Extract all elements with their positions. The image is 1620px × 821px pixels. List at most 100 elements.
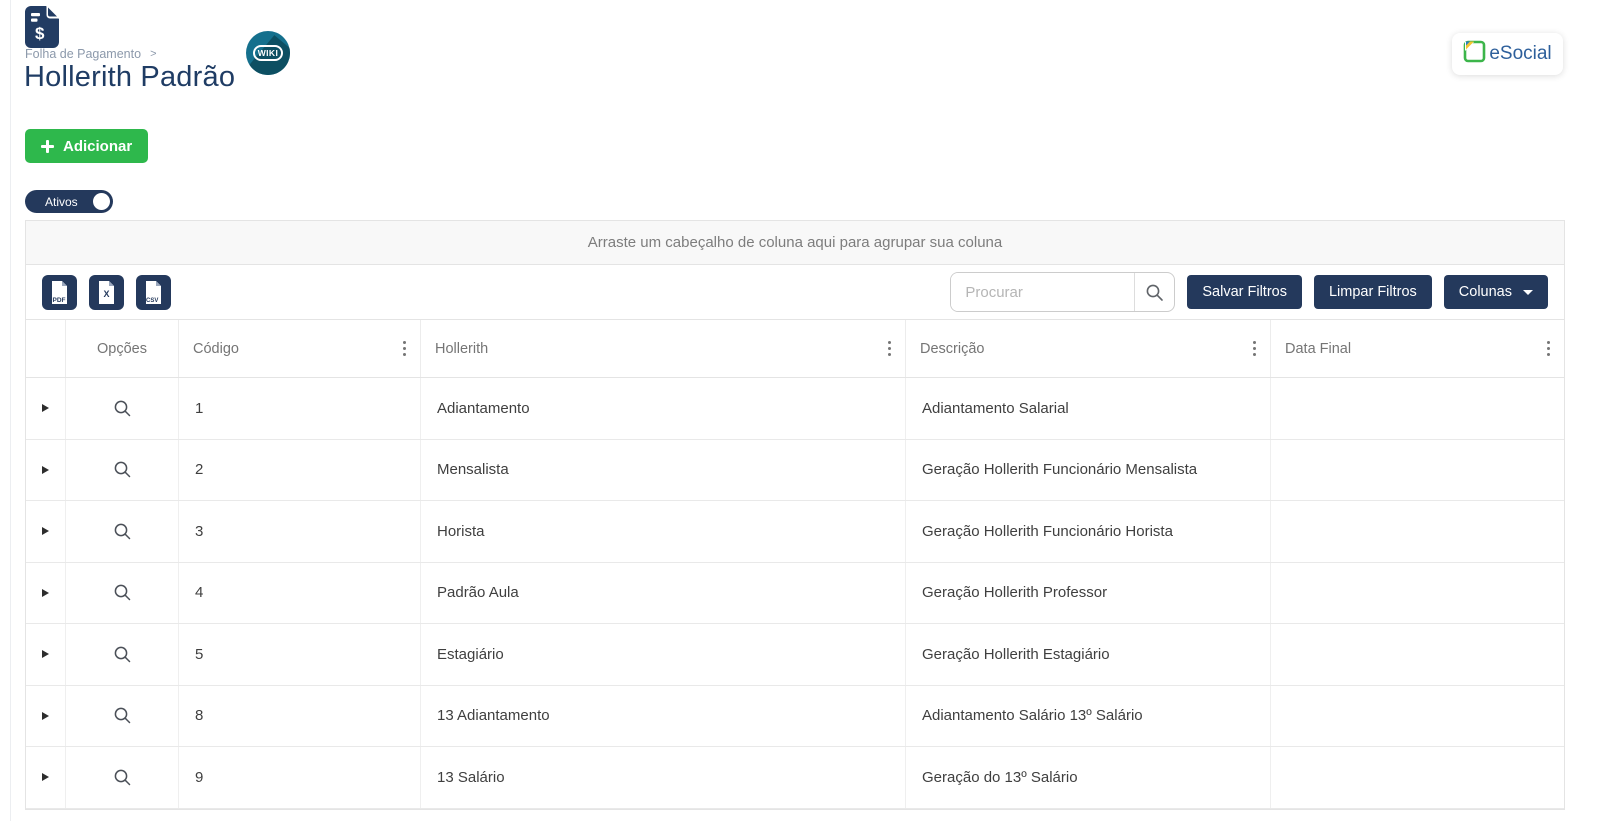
- active-toggle[interactable]: Ativos: [25, 190, 113, 213]
- row-search-icon: [113, 645, 132, 664]
- wiki-badge-label: WIKI: [253, 45, 283, 61]
- column-menu-icon[interactable]: [1245, 337, 1257, 361]
- expand-arrow-icon[interactable]: [42, 527, 49, 535]
- esocial-badge[interactable]: eSocial: [1452, 33, 1563, 75]
- hollerith-cell: Estagiário: [421, 624, 906, 685]
- expand-cell[interactable]: [26, 624, 66, 685]
- expand-cell[interactable]: [26, 686, 66, 747]
- header-opcoes-label: Opções: [97, 341, 147, 357]
- options-cell[interactable]: [66, 501, 179, 562]
- codigo-cell: 9: [179, 747, 421, 808]
- export-csv-button[interactable]: CSV: [136, 275, 171, 310]
- table-row[interactable]: 9 13 Salário Geração do 13º Salário: [26, 747, 1564, 809]
- breadcrumb-item[interactable]: Folha de Pagamento: [25, 47, 141, 61]
- hollerith-cell: Mensalista: [421, 440, 906, 501]
- row-search-icon: [113, 522, 132, 541]
- header-data-final[interactable]: Data Final: [1271, 320, 1564, 377]
- header-opcoes[interactable]: Opções: [66, 320, 179, 377]
- hollerith-cell: 13 Adiantamento: [421, 686, 906, 747]
- options-cell[interactable]: [66, 686, 179, 747]
- column-menu-icon[interactable]: [880, 337, 892, 361]
- options-cell[interactable]: [66, 624, 179, 685]
- row-search-icon: [113, 399, 132, 418]
- payroll-file-dollar-icon: $: [25, 6, 59, 53]
- options-cell[interactable]: [66, 440, 179, 501]
- expand-arrow-icon[interactable]: [42, 712, 49, 720]
- row-search-icon: [113, 768, 132, 787]
- plus-icon: [41, 140, 54, 153]
- export-excel-button[interactable]: X: [89, 275, 124, 310]
- table-row[interactable]: 2 Mensalista Geração Hollerith Funcionár…: [26, 440, 1564, 502]
- table-row[interactable]: 4 Padrão Aula Geração Hollerith Professo…: [26, 563, 1564, 625]
- header-descricao[interactable]: Descrição: [906, 320, 1271, 377]
- page-title: Hollerith Padrão: [24, 61, 235, 94]
- data-final-cell: [1271, 624, 1564, 685]
- columns-dropdown-button[interactable]: Colunas: [1444, 275, 1548, 309]
- table-row[interactable]: 1 Adiantamento Adiantamento Salarial: [26, 378, 1564, 440]
- hollerith-cell: Horista: [421, 501, 906, 562]
- expand-cell[interactable]: [26, 501, 66, 562]
- esocial-label: eSocial: [1489, 43, 1551, 65]
- header-descricao-label: Descrição: [920, 341, 984, 357]
- esocial-logo-icon: [1463, 40, 1486, 68]
- save-filters-button[interactable]: Salvar Filtros: [1187, 275, 1302, 309]
- expand-cell[interactable]: [26, 378, 66, 439]
- svg-text:$: $: [35, 24, 45, 43]
- column-menu-icon[interactable]: [1539, 337, 1551, 361]
- descricao-cell: Geração Hollerith Funcionário Mensalista: [906, 440, 1271, 501]
- expand-cell[interactable]: [26, 563, 66, 624]
- expand-arrow-icon[interactable]: [42, 650, 49, 658]
- toolbar-right: Salvar Filtros Limpar Filtros Colunas: [950, 272, 1548, 312]
- toggle-knob[interactable]: [93, 193, 110, 210]
- header-codigo[interactable]: Código: [179, 320, 421, 377]
- expand-arrow-icon[interactable]: [42, 589, 49, 597]
- data-final-cell: [1271, 747, 1564, 808]
- search-submit[interactable]: [1134, 273, 1174, 311]
- group-drop-zone[interactable]: Arraste um cabeçalho de coluna aqui para…: [26, 221, 1564, 265]
- file-excel-icon: X: [96, 280, 117, 305]
- header-hollerith[interactable]: Hollerith: [421, 320, 906, 377]
- column-menu-icon[interactable]: [395, 337, 407, 361]
- expand-cell[interactable]: [26, 440, 66, 501]
- hollerith-cell: Padrão Aula: [421, 563, 906, 624]
- options-cell[interactable]: [66, 378, 179, 439]
- row-search-icon: [113, 460, 132, 479]
- wiki-badge[interactable]: WIKI: [246, 31, 290, 75]
- descricao-cell: Geração Hollerith Estagiário: [906, 624, 1271, 685]
- chevron-down-icon: [1523, 290, 1533, 295]
- options-cell[interactable]: [66, 563, 179, 624]
- expand-arrow-icon[interactable]: [42, 773, 49, 781]
- descricao-cell: Geração Hollerith Professor: [906, 563, 1271, 624]
- add-button[interactable]: Adicionar: [25, 129, 148, 163]
- page: $ Folha de Pagamento > Hollerith Padrão …: [0, 0, 1620, 821]
- search-input[interactable]: [951, 273, 1134, 311]
- codigo-cell: 3: [179, 501, 421, 562]
- data-final-cell: [1271, 501, 1564, 562]
- codigo-cell: 1: [179, 378, 421, 439]
- header-codigo-label: Código: [193, 341, 239, 357]
- svg-text:PDF: PDF: [53, 297, 66, 304]
- table-row[interactable]: 3 Horista Geração Hollerith Funcionário …: [26, 501, 1564, 563]
- table-body: 1 Adiantamento Adiantamento Salarial 2 M…: [26, 378, 1564, 809]
- search-icon: [1145, 283, 1164, 302]
- table-row[interactable]: 5 Estagiário Geração Hollerith Estagiári…: [26, 624, 1564, 686]
- group-hint-text: Arraste um cabeçalho de coluna aqui para…: [588, 234, 1002, 251]
- file-pdf-icon: PDF: [49, 280, 70, 305]
- codigo-cell: 5: [179, 624, 421, 685]
- expand-arrow-icon[interactable]: [42, 404, 49, 412]
- data-grid: Arraste um cabeçalho de coluna aqui para…: [25, 220, 1565, 810]
- table-row[interactable]: 8 13 Adiantamento Adiantamento Salário 1…: [26, 686, 1564, 748]
- file-csv-icon: CSV: [143, 280, 164, 305]
- expand-arrow-icon[interactable]: [42, 466, 49, 474]
- hollerith-cell: 13 Salário: [421, 747, 906, 808]
- codigo-cell: 2: [179, 440, 421, 501]
- export-group: PDF X CSV: [42, 275, 171, 310]
- table-header-row: Opções Código Hollerith Descrição Data F…: [26, 320, 1564, 378]
- clear-filters-button[interactable]: Limpar Filtros: [1314, 275, 1432, 309]
- data-final-cell: [1271, 378, 1564, 439]
- export-pdf-button[interactable]: PDF: [42, 275, 77, 310]
- options-cell[interactable]: [66, 747, 179, 808]
- expand-cell[interactable]: [26, 747, 66, 808]
- breadcrumb[interactable]: Folha de Pagamento >: [25, 47, 157, 61]
- descricao-cell: Adiantamento Salarial: [906, 378, 1271, 439]
